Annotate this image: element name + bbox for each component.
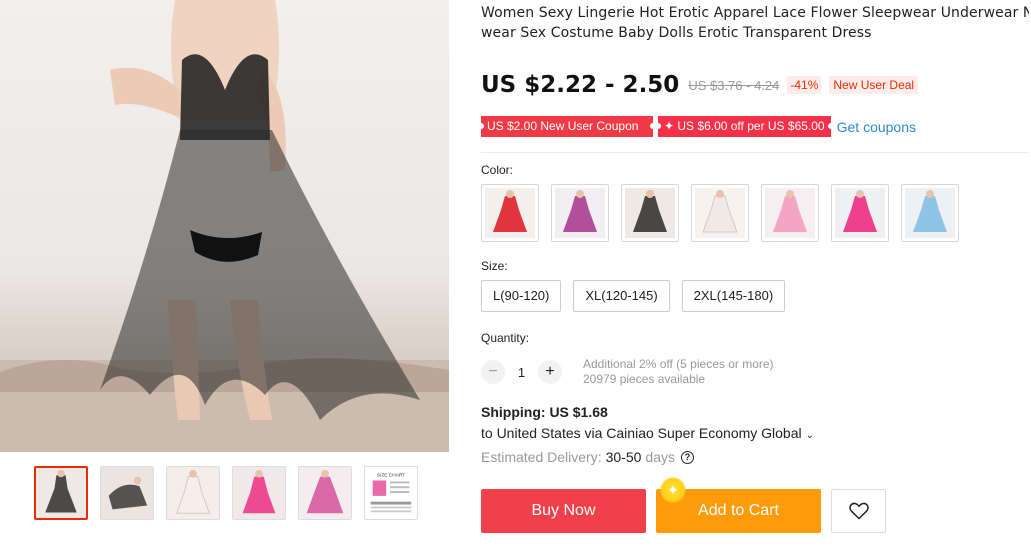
size-options: L(90-120) XL(120-145) 2XL(145-180) [481, 280, 1029, 312]
thumbnail-1[interactable] [34, 466, 88, 520]
purchase-actions: Buy Now ✦ Add to Cart [481, 477, 1029, 533]
shipping-price: US $1.68 [549, 404, 608, 420]
quantity-info: Additional 2% off (5 pieces or more) 209… [583, 357, 774, 387]
delivery-days: 30-50 [605, 449, 642, 465]
price-row: US $2.22 - 2.50 US $3.76 - 4.24 -41% New… [481, 70, 1029, 100]
shipping-method[interactable]: to United States via Cainiao Super Econo… [481, 425, 1029, 441]
color-swatches [481, 184, 1029, 242]
stock-available: 20979 pieces available [583, 372, 706, 386]
color-swatch-hot-pink[interactable] [831, 184, 889, 242]
bulk-discount-note: Additional 2% off (5 pieces or more) [583, 357, 774, 371]
black-dress-front-icon [36, 468, 86, 518]
original-price: US $3.76 - 4.24 [688, 77, 780, 93]
color-swatch-blue[interactable] [901, 184, 959, 242]
blue-dress-icon [905, 188, 955, 238]
color-swatch-purple[interactable] [551, 184, 609, 242]
wishlist-button[interactable] [831, 489, 886, 533]
sparkle-icon: ✦ [660, 477, 686, 503]
quantity-label: Quantity: [481, 331, 530, 345]
rose-dress-icon [299, 467, 351, 519]
estimated-delivery: Estimated Delivery: 30-50 days ? [481, 449, 1029, 465]
thumbnail-4[interactable] [232, 466, 286, 520]
black-dress-reclining-icon [101, 467, 153, 519]
quantity-stepper: − 1 + Additional 2% off (5 pieces or mor… [481, 357, 1029, 387]
lingerie-photo [0, 0, 449, 452]
color-label: Color: [481, 163, 514, 177]
heart-icon [848, 502, 869, 520]
black-dress-icon [625, 188, 675, 238]
add-to-cart-button[interactable]: ✦ Add to Cart [656, 477, 821, 533]
red-dress-icon [485, 188, 535, 238]
color-swatch-pink[interactable] [761, 184, 819, 242]
get-coupons-link[interactable]: Get coupons [837, 119, 916, 135]
quantity-decrease-button[interactable]: − [481, 360, 505, 384]
buy-now-button[interactable]: Buy Now [481, 489, 646, 533]
thumbnail-6[interactable]: SIZE CHART [364, 466, 418, 520]
coupon-row: US $2.00 New User Coupon ✦ US $6.00 off … [478, 116, 1029, 137]
store-coupon[interactable]: ✦ US $6.00 off per US $65.00 [655, 116, 834, 137]
size-chart-label: SIZE CHART [377, 473, 405, 479]
new-user-coupon[interactable]: US $2.00 New User Coupon [478, 116, 656, 137]
hot-pink-dress-icon [835, 188, 885, 238]
discount-badge: -41% [787, 76, 822, 94]
color-swatch-black[interactable] [621, 184, 679, 242]
help-icon[interactable]: ? [680, 450, 694, 464]
thumbnail-strip: SIZE CHART [34, 466, 418, 520]
divider [481, 152, 1029, 153]
shipping-label: Shipping: [481, 404, 546, 420]
color-swatch-red[interactable] [481, 184, 539, 242]
pink-dress-icon [233, 467, 285, 519]
main-product-image[interactable] [0, 0, 449, 452]
current-price: US $2.22 - 2.50 [481, 72, 680, 98]
white-dress-icon [695, 188, 745, 238]
product-title-line-1: Women Sexy Lingerie Hot Erotic Apparel L… [481, 5, 1029, 21]
white-dress-icon [167, 467, 219, 519]
delivery-label: Estimated Delivery: [481, 449, 602, 465]
quantity-increase-button[interactable]: + [538, 360, 562, 384]
pink-dress-icon [765, 188, 815, 238]
purple-dress-icon [555, 188, 605, 238]
product-title: Women Sexy Lingerie Hot Erotic Apparel L… [481, 3, 1029, 43]
color-swatch-white[interactable] [691, 184, 749, 242]
shipping-row: Shipping: US $1.68 [481, 404, 1029, 420]
size-option-2xl[interactable]: 2XL(145-180) [681, 280, 786, 312]
product-title-line-2: wear Sex Costume Baby Dolls Erotic Trans… [481, 25, 872, 41]
size-chart-icon: SIZE CHART [365, 467, 417, 519]
delivery-unit: days [645, 449, 675, 465]
thumbnail-3[interactable] [166, 466, 220, 520]
quantity-value[interactable]: 1 [505, 365, 538, 380]
size-option-xl[interactable]: XL(120-145) [573, 280, 670, 312]
product-info: Women Sexy Lingerie Hot Erotic Apparel L… [478, 0, 1029, 533]
chevron-down-icon: ⌄ [805, 430, 815, 441]
size-option-l[interactable]: L(90-120) [481, 280, 562, 312]
thumbnail-2[interactable] [100, 466, 154, 520]
size-label: Size: [481, 259, 508, 273]
thumbnail-5[interactable] [298, 466, 352, 520]
add-to-cart-label: Add to Cart [698, 502, 779, 519]
shipping-destination: to United States via Cainiao Super Econo… [481, 425, 802, 441]
new-user-deal-badge: New User Deal [829, 76, 919, 94]
